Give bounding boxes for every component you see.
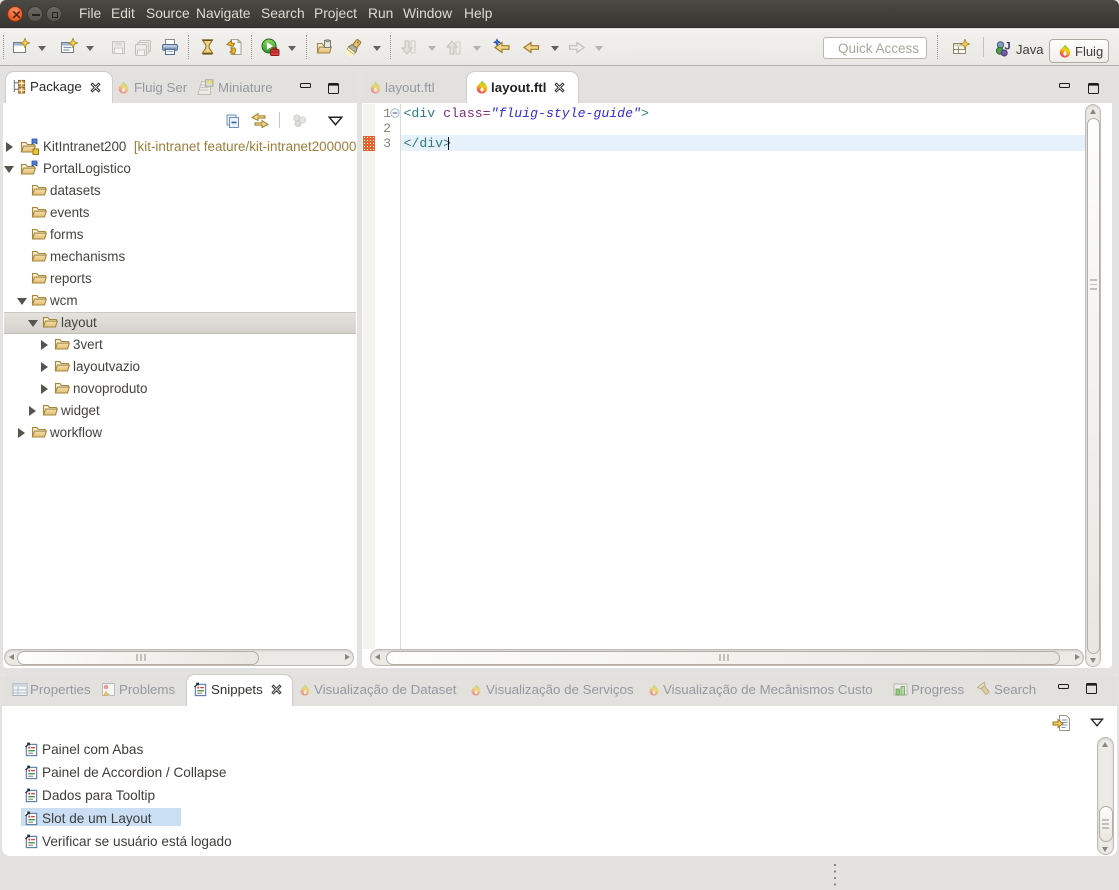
svg-text:J: J bbox=[1005, 41, 1011, 53]
